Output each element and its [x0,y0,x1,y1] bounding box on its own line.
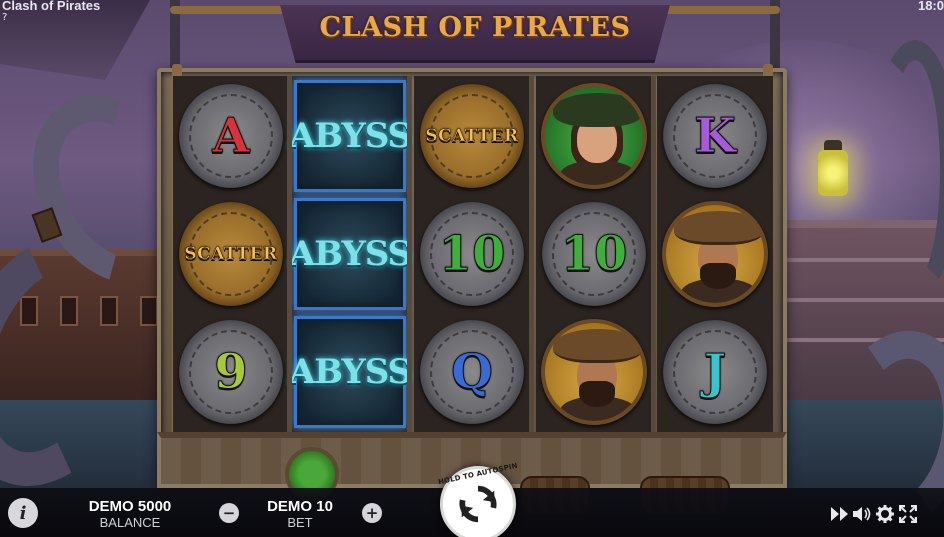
reel-cell: SCATTER [418,82,526,190]
symbol-label: SCATTER [425,125,519,146]
reel-5: KJ [657,76,773,432]
bet-value: DEMO 10 [267,498,333,515]
balance-display: DEMO 5000 BALANCE [78,498,182,531]
symbol-label: Q [451,344,494,400]
reel-cell: 10 [418,200,526,308]
abyss-wild-symbol: ABYSS [289,198,412,310]
reel-cell [540,318,648,426]
clock: 18:0 [917,0,944,13]
bearded-pirate-symbol [662,201,768,307]
symbol-label: 10 [560,226,628,282]
card-symbol: K [663,84,767,188]
info-button[interactable]: i [8,498,38,528]
scatter-symbol: SCATTER [179,202,283,306]
title-suffix: ? [2,12,8,23]
reel-divider [529,76,534,432]
card-symbol: Q [420,320,524,424]
reel-cell: Q [418,318,526,426]
symbol-label: ABYSS [288,352,412,392]
symbol-label: A [212,108,250,164]
bet-decrease-button[interactable]: − [219,503,239,523]
card-symbol: 9 [179,320,283,424]
reel-cell: K [661,82,769,190]
reel-divider [287,76,292,432]
symbol-label: ABYSS [288,116,412,156]
spin-arrows-icon [459,485,497,523]
abyss-wild-symbol: ABYSS [289,316,412,428]
fast-forward-icon[interactable] [830,504,850,524]
reel-cell: SCATTER [177,200,285,308]
reel-divider [651,76,656,432]
bet-label: BET [287,515,313,530]
reel-3: SCATTER 10 Q [414,76,530,432]
bearded-pirate-symbol [541,319,647,425]
fullscreen-icon[interactable] [898,504,918,524]
card-symbol: A [179,84,283,188]
bet-display: DEMO 10 BET [255,498,345,531]
reel-cell [661,200,769,308]
sound-icon[interactable] [853,504,873,524]
bet-increase-button[interactable]: + [362,503,382,523]
reel-2: ABYSS ABYSS ABYSS [289,76,412,432]
reel-divider [407,76,412,432]
lantern-icon [818,140,848,196]
symbol-label: 10 [438,226,506,282]
balance-label: BALANCE [99,515,161,530]
game-logo: CLASH OF PIRATES [319,12,631,43]
reel-1: A SCATTER 9 [173,76,289,432]
symbol-label: ABYSS [288,234,412,274]
reel-cell: ABYSS [289,80,412,192]
game-title: Clash of Pirates [2,0,101,13]
reel-cell: ABYSS [289,316,412,428]
card-symbol: 10 [542,202,646,306]
reel-cell: 9 [177,318,285,426]
symbol-label: 9 [214,344,248,400]
reel-cell [540,82,648,190]
abyss-wild-symbol: ABYSS [289,80,412,192]
reel-4: 10 [536,76,652,432]
scatter-symbol: SCATTER [420,84,524,188]
symbol-label: SCATTER [184,243,278,264]
balance-value: DEMO 5000 [88,498,172,515]
reel-cell: J [661,318,769,426]
female-pirate-symbol [541,83,647,189]
reel-cell: A [177,82,285,190]
settings-gear-icon[interactable] [875,504,895,524]
reel-cell: ABYSS [289,198,412,310]
symbol-label: K [694,108,737,164]
symbol-label: J [703,344,727,400]
card-symbol: 10 [420,202,524,306]
reel-cell: 10 [540,200,648,308]
card-symbol: J [663,320,767,424]
